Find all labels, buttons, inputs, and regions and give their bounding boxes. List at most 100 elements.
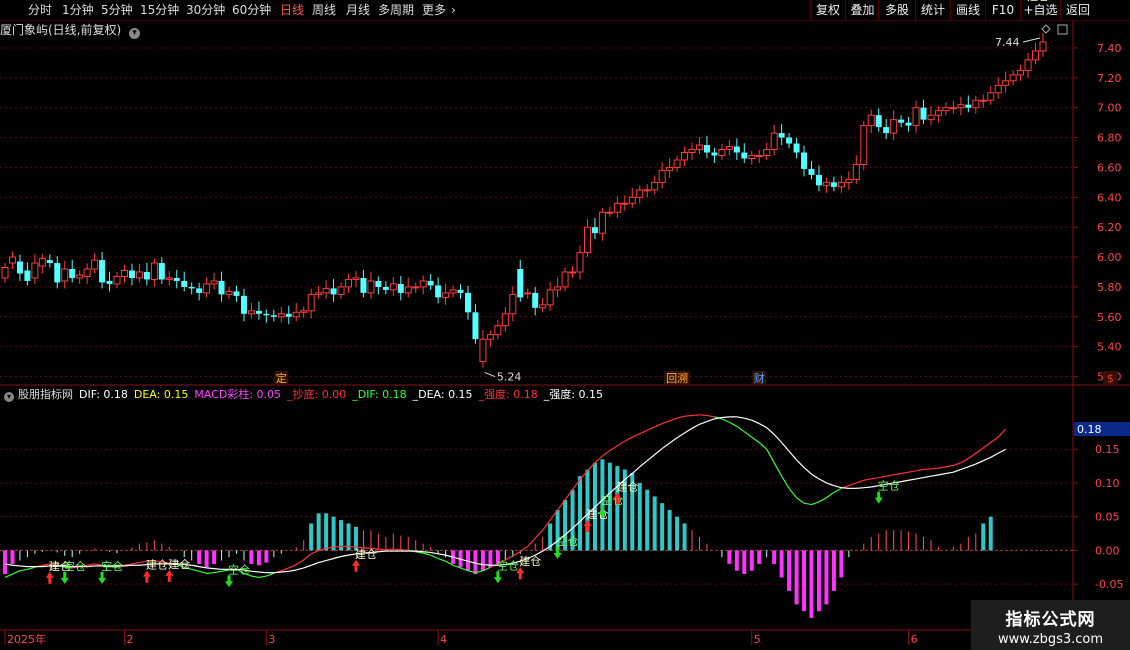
dif-line-131: [975, 447, 984, 454]
candle-body-5: [38, 258, 46, 267]
dea-line-29: [214, 568, 222, 570]
event-marker-2: 财: [754, 371, 765, 385]
macd-bar-106: [794, 550, 799, 605]
dif-line-108: [803, 502, 812, 506]
dif-line-116: [863, 478, 872, 481]
candle-body-139: [1039, 41, 1047, 52]
candle-body-108: [808, 168, 815, 175]
candle-body-66: [494, 325, 502, 336]
signal-label-11: 空仓: [601, 493, 623, 507]
dea-line-134: [997, 448, 1006, 454]
candle-body-71: [532, 292, 539, 308]
dea-line-56: [415, 550, 424, 553]
price-tick-label-7: 6.00: [1097, 251, 1122, 264]
macd-bar-63: [473, 550, 478, 575]
macd-bar-98: [734, 550, 739, 571]
candle-body-37: [277, 313, 285, 318]
macd-bar-94: [706, 543, 708, 551]
signal-arrow-down-5: [225, 575, 234, 588]
macd-bar-41: [309, 523, 314, 551]
dea-line-132: [983, 456, 991, 462]
candle-body-6: [46, 260, 53, 264]
watermark-url: www.zbgs3.com: [997, 632, 1104, 647]
macd-bar-123: [923, 536, 925, 551]
signal-label-1: 空仓: [64, 559, 86, 573]
dif-line-133: [990, 436, 999, 443]
macd-bar-86: [645, 489, 650, 551]
candle-body-94: [703, 145, 710, 153]
dea-line-103: [766, 427, 775, 435]
dif-line-121: [901, 471, 909, 475]
macd-bar-88: [660, 503, 665, 551]
macd-bar-32: [243, 550, 245, 561]
macd-bar-51: [385, 536, 387, 551]
macd-bar-109: [816, 550, 821, 612]
dea-line-106: [788, 450, 798, 461]
dif-line-104: [773, 462, 783, 477]
candle-body-81: [606, 211, 614, 214]
dea-line-43: [318, 559, 327, 564]
candle-body-83: [621, 202, 629, 205]
dea-line-131: [975, 460, 984, 465]
macd-bar-119: [893, 530, 895, 551]
signal-label-12: 建仓: [616, 479, 638, 493]
macd-bar-17: [131, 547, 133, 551]
candle-body-47: [352, 277, 360, 280]
candle-body-3: [24, 270, 31, 281]
dea-line-102: [758, 423, 767, 429]
candle-body-57: [427, 280, 434, 286]
macd-bar-30: [228, 550, 230, 558]
candle-body-39: [292, 311, 300, 318]
candle-body-93: [695, 144, 703, 151]
dif-line-26: [191, 568, 200, 572]
dif-line-87: [646, 426, 655, 431]
signal-arrow-up-4: [165, 569, 174, 582]
candle-body-27: [203, 283, 211, 294]
candle-body-38: [285, 313, 292, 317]
candle-body-87: [651, 181, 659, 191]
dif-line-126: [938, 466, 947, 469]
macd-bar-124: [930, 540, 932, 551]
macd-bar-90: [675, 516, 680, 551]
signal-label-2: 空仓: [101, 559, 123, 573]
dif-line-57: [423, 552, 431, 556]
candle-body-116: [867, 114, 875, 127]
dif-line-45: [333, 545, 342, 548]
candle-body-77: [576, 252, 584, 273]
dea-line-85: [631, 466, 641, 474]
dif-line-28: [206, 572, 215, 574]
dif-line-38: [281, 567, 289, 572]
dif-line-51: [378, 548, 386, 551]
dea-line-105: [781, 442, 790, 452]
candle-body-28: [210, 280, 218, 285]
dif-line-122: [908, 470, 917, 473]
candle-body-97: [725, 146, 733, 151]
macd-bar-22: [168, 547, 170, 551]
candle-body-135: [1009, 74, 1017, 82]
candle-body-126: [942, 107, 950, 112]
candle-body-90: [673, 159, 681, 168]
macd-bar-104: [779, 550, 784, 578]
dea-line-95: [706, 418, 715, 423]
macd-bar-39: [295, 547, 297, 551]
dea-line-113: [841, 487, 849, 489]
candle-body-121: [905, 122, 912, 126]
dea-line-59: [438, 553, 446, 556]
signal-arrow-down-13: [874, 491, 883, 504]
candle-body-119: [890, 119, 898, 134]
candle-body-9: [69, 268, 76, 278]
price-tick-label-10: 5.40: [1097, 341, 1122, 354]
x-label-4: 5: [754, 633, 761, 646]
dea-line-127: [945, 471, 954, 475]
dea-line-100: [744, 417, 752, 421]
candle-body-86: [643, 189, 651, 192]
dea-line-128: [953, 468, 962, 473]
macd-bar-127: [952, 547, 954, 551]
dea-line-109: [811, 473, 820, 480]
macd-bar-52: [392, 533, 394, 551]
macd-bar-112: [839, 550, 844, 578]
candle-body-45: [337, 286, 345, 295]
price-tick-label-9: 5.60: [1097, 311, 1122, 324]
dif-line-35: [258, 575, 267, 578]
macd-bar-99: [742, 550, 747, 575]
